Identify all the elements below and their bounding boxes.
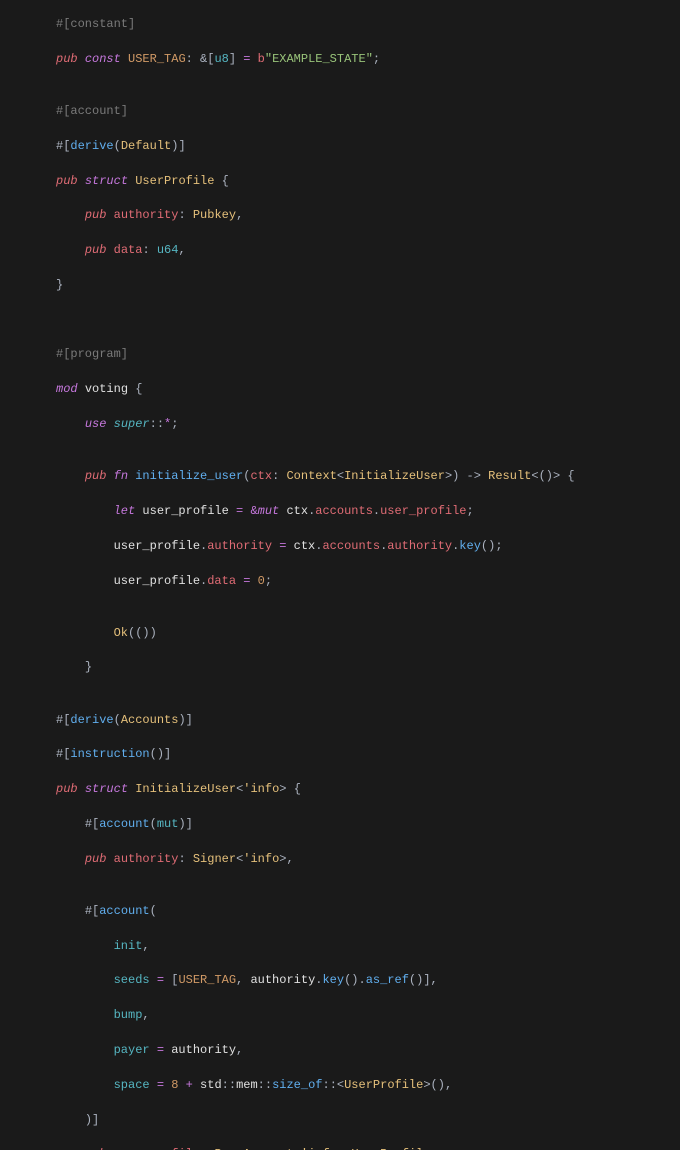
code-line: pub data: u64, [56, 242, 680, 259]
code-line: #[instruction()] [56, 746, 680, 763]
code-line: let user_profile = &mut ctx.accounts.use… [56, 503, 680, 520]
code-line: #[derive(Default)] [56, 138, 680, 155]
code-line: pub const USER_TAG: &[u8] = b"EXAMPLE_ST… [56, 51, 680, 68]
code-line: #[derive(Accounts)] [56, 712, 680, 729]
code-line: #[account(mut)] [56, 816, 680, 833]
code-block: #[constant] pub const USER_TAG: &[u8] = … [56, 16, 680, 1150]
code-line: seeds = [USER_TAG, authority.key().as_re… [56, 972, 680, 989]
code-line: } [56, 659, 680, 676]
code-line: Ok(()) [56, 625, 680, 642]
code-line: #[account( [56, 903, 680, 920]
code-line: init, [56, 938, 680, 955]
code-line: user_profile.data = 0; [56, 573, 680, 590]
code-line: bump, [56, 1007, 680, 1024]
code-line: space = 8 + std::mem::size_of::<UserProf… [56, 1077, 680, 1094]
code-line: pub authority: Signer<'info>, [56, 851, 680, 868]
code-line: )] [56, 1112, 680, 1129]
code-line: #[account] [56, 103, 680, 120]
code-line: pub user_profile: Box<Account<'info, Use… [56, 1146, 680, 1150]
code-line: pub authority: Pubkey, [56, 207, 680, 224]
code-line: use super::*; [56, 416, 680, 433]
code-line: pub struct UserProfile { [56, 173, 680, 190]
code-line: } [56, 277, 680, 294]
code-line: mod voting { [56, 381, 680, 398]
code-line: #[program] [56, 346, 680, 363]
code-line: pub struct InitializeUser<'info> { [56, 781, 680, 798]
code-line: user_profile.authority = ctx.accounts.au… [56, 538, 680, 555]
code-line: pub fn initialize_user(ctx: Context<Init… [56, 468, 680, 485]
code-line: #[constant] [56, 16, 680, 33]
code-line: payer = authority, [56, 1042, 680, 1059]
